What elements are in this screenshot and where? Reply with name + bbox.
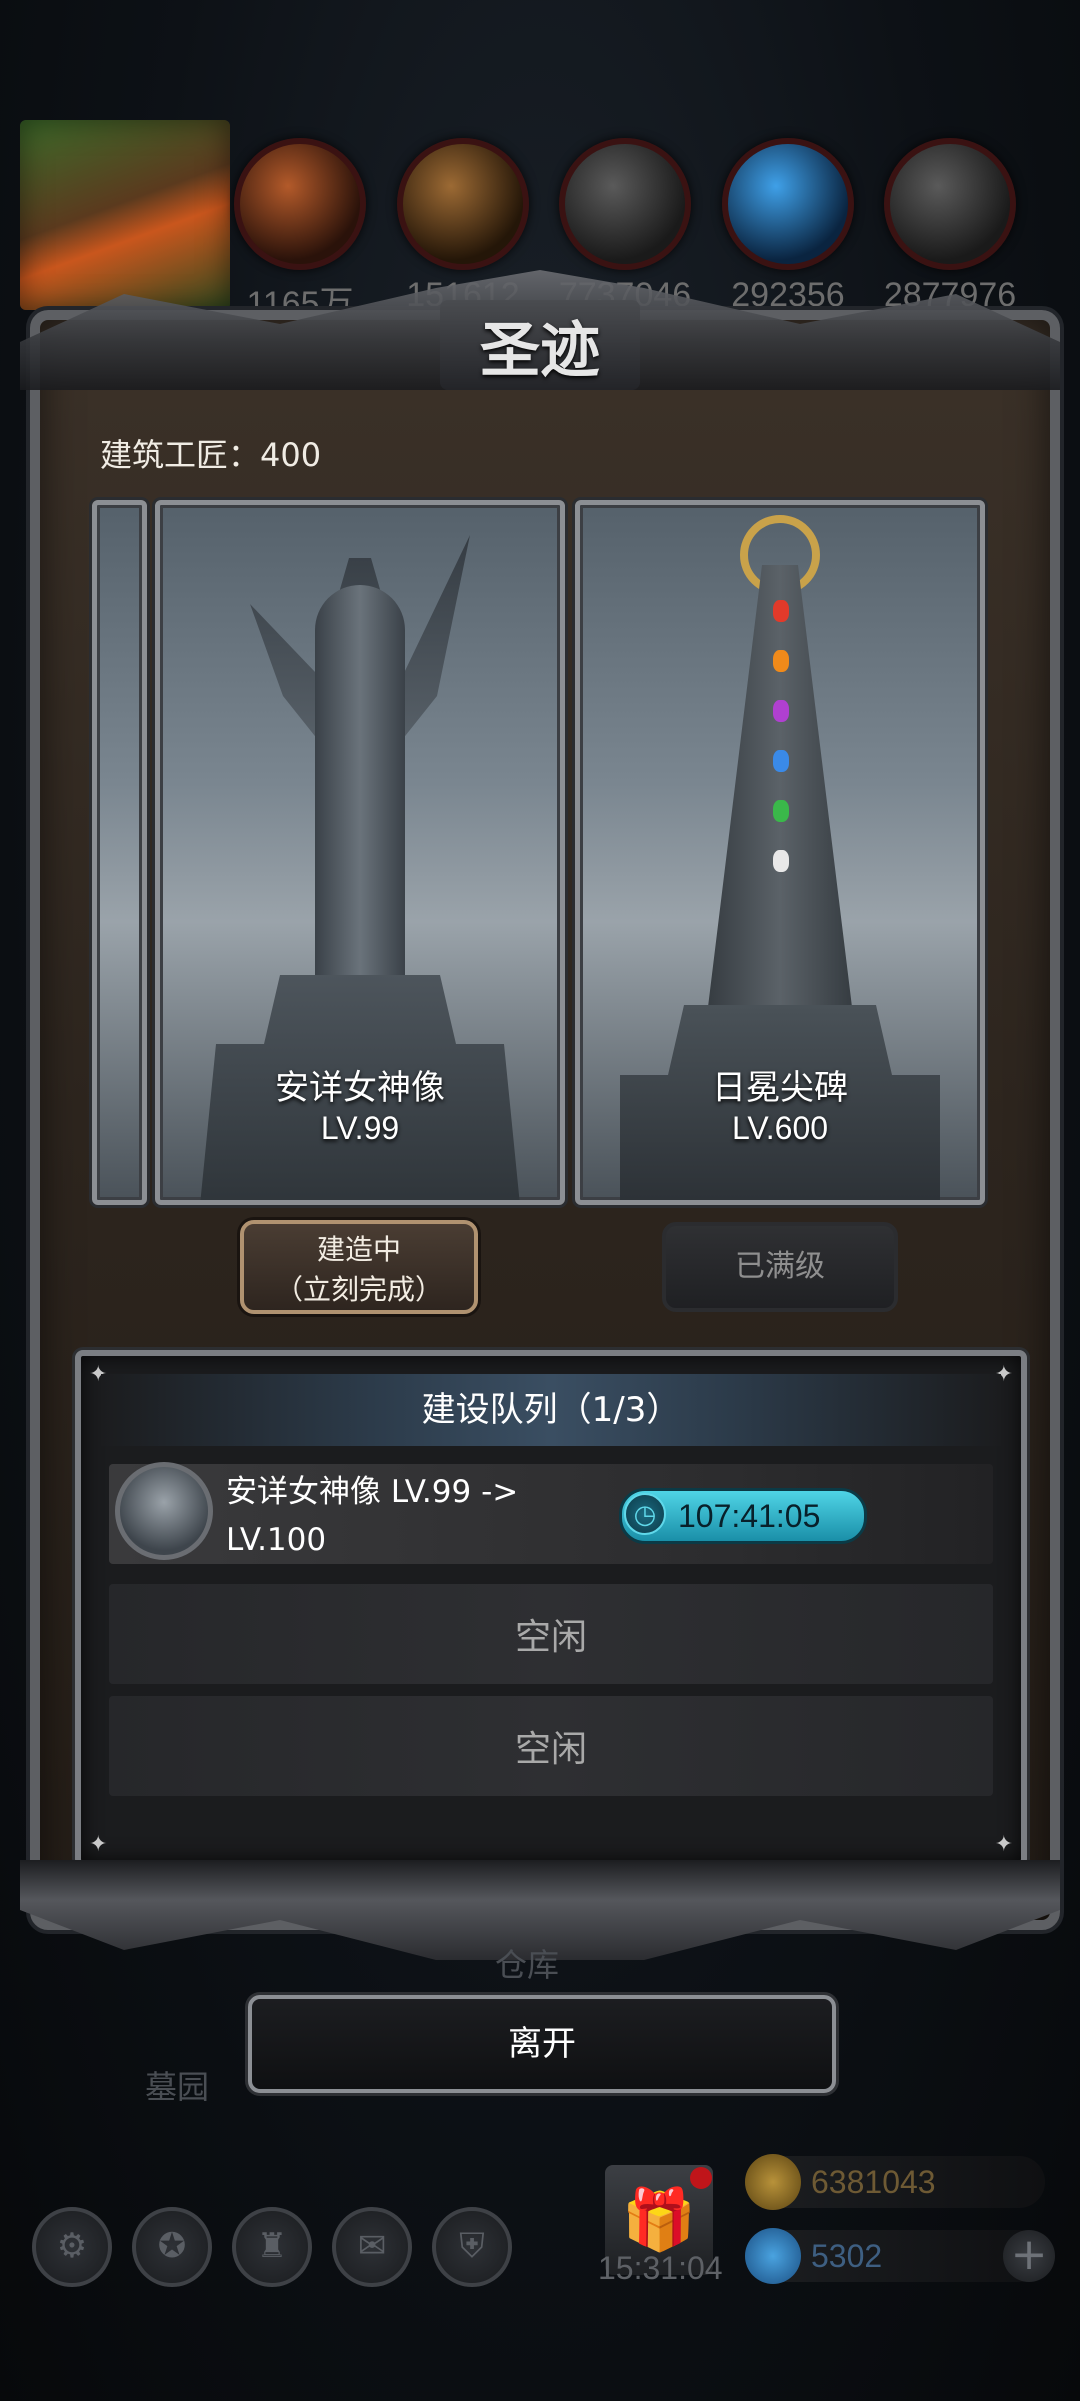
blue-gem-image <box>773 750 789 772</box>
timer-text: 107:41:05 <box>678 1498 821 1534</box>
builders-count: 建筑工匠：400 <box>100 436 322 474</box>
corner-star-icon: ✦ <box>994 1832 1013 1857</box>
queue-slot-active[interactable]: 安详女神像 LV.99 -> LV.100 ◷ 107:41:05 <box>109 1462 993 1564</box>
gold-coin-icon <box>745 2154 801 2210</box>
gem-counter[interactable]: 5302 <box>745 2228 1045 2284</box>
notification-badge <box>690 2167 712 2189</box>
relic-card-previous[interactable] <box>92 500 147 1205</box>
player-avatar[interactable] <box>20 120 230 310</box>
queue-header: 建设队列（1/3） <box>101 1374 1001 1446</box>
orange-gem-image <box>773 650 789 672</box>
relic-card-goddess-statue[interactable]: 安详女神像 LV.99 <box>155 500 565 1205</box>
shield-icon[interactable]: ⛨ <box>432 2207 512 2287</box>
green-gem-image <box>773 800 789 822</box>
purple-gem-image <box>773 700 789 722</box>
idle-label: 空闲 <box>514 1617 587 1658</box>
gem-value: 5302 <box>811 2238 883 2274</box>
panel-title: 圣迹 <box>480 315 600 386</box>
corner-star-icon: ✦ <box>89 1832 108 1857</box>
gold-counter[interactable]: 6381043 <box>745 2154 1045 2210</box>
complete-now-label: （立刻完成） <box>274 1273 443 1306</box>
crystal-icon <box>722 138 854 270</box>
resource-iron[interactable]: 2877976 <box>880 138 1020 315</box>
build-queue: ✦ ✦ ✦ ✦ 建设队列（1/3） 安详女神像 LV.99 -> LV.100 … <box>75 1350 1027 1867</box>
leave-button[interactable]: 离开 <box>248 1995 836 2093</box>
mail-icon[interactable]: ✉ <box>332 2207 412 2287</box>
iron-icon <box>884 138 1016 270</box>
stone-icon <box>559 138 691 270</box>
card-name: 安详女神像 <box>275 1068 445 1108</box>
gold-value: 6381043 <box>811 2164 936 2200</box>
castle-icon[interactable]: ♜ <box>232 2207 312 2287</box>
card-name: 日冕尖碑 <box>712 1068 848 1108</box>
queue-slot-idle[interactable]: 空闲 <box>109 1696 993 1796</box>
settings-icon[interactable]: ⚙ <box>32 2207 112 2287</box>
building-status-label: 建造中 <box>316 1233 401 1266</box>
build-timer[interactable]: ◷ 107:41:05 <box>619 1488 867 1544</box>
queue-item-text: 安详女神像 LV.99 -> LV.100 <box>226 1474 519 1558</box>
card-level: LV.99 <box>320 1110 400 1146</box>
clock-icon: ◷ <box>624 1493 666 1535</box>
idle-label: 空闲 <box>514 1729 587 1770</box>
max-level-button[interactable]: 已满级 <box>662 1222 898 1312</box>
game-clock: 15:31:04 <box>598 2250 723 2286</box>
complete-now-button[interactable]: 建造中 （立刻完成） <box>240 1220 478 1314</box>
star-icon[interactable]: ✪ <box>132 2207 212 2287</box>
cemetery-label[interactable]: 墓园 <box>145 2062 209 2108</box>
card-level: LV.600 <box>731 1110 829 1146</box>
add-gems-button[interactable]: + <box>1003 2230 1055 2282</box>
gem-icon <box>745 2228 801 2284</box>
warehouse-label[interactable]: 仓库 <box>495 1940 559 1986</box>
resource-crystal[interactable]: 292356 <box>718 138 858 315</box>
white-gem-image <box>773 850 789 872</box>
resource-meat[interactable]: 1165万 <box>230 138 370 325</box>
meat-icon <box>234 138 366 270</box>
title-plaque: 圣迹 <box>440 300 640 390</box>
statue-body-image <box>315 585 405 1005</box>
red-gem-image <box>773 600 789 622</box>
angel-statue-icon <box>115 1462 213 1560</box>
wood-icon <box>397 138 529 270</box>
queue-slot-idle[interactable]: 空闲 <box>109 1584 993 1684</box>
relic-card-corona-obelisk[interactable]: 日冕尖碑 LV.600 <box>575 500 985 1205</box>
